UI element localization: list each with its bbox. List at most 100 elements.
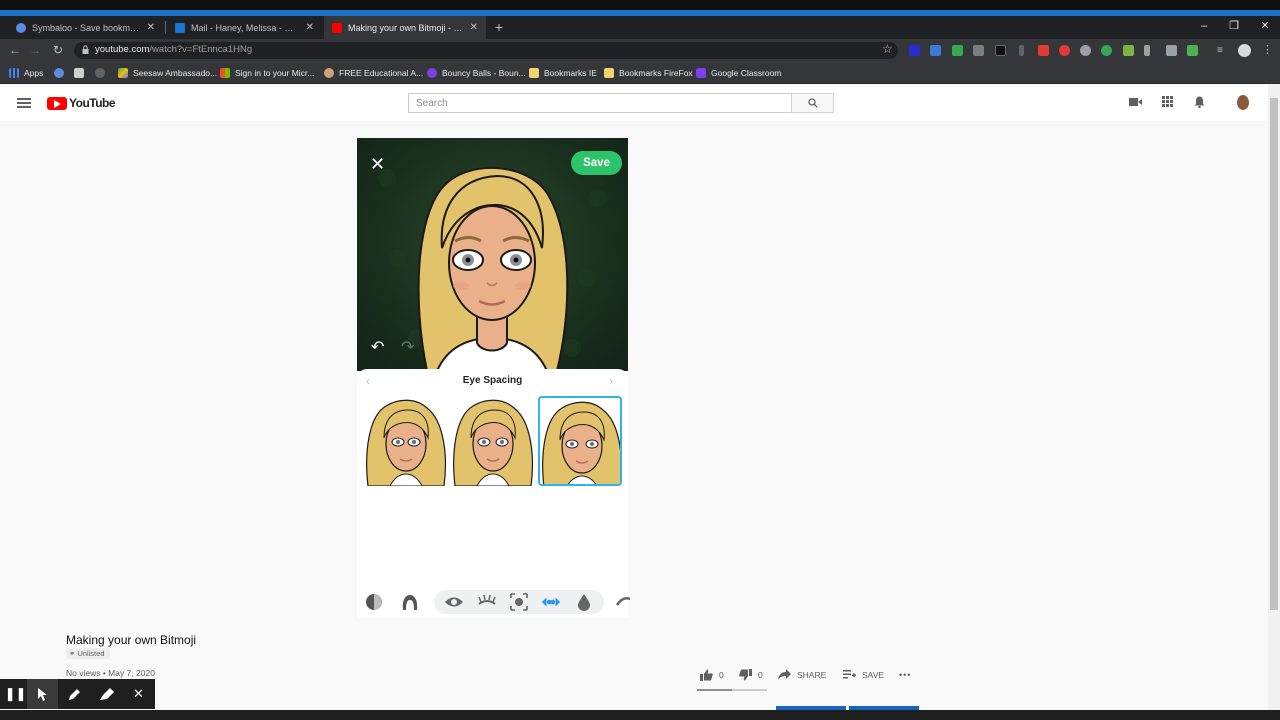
bookmark-star-icon[interactable]: ☆: [882, 42, 893, 56]
url-path: /watch?v=FtEnnca1HNg: [149, 44, 253, 55]
extension-circle-icon[interactable]: [1080, 45, 1091, 56]
youtube-logo-text[interactable]: YouTube: [69, 96, 116, 110]
eye-size-icon[interactable]: [509, 592, 529, 612]
bookmark-seesaw[interactable]: Seesaw Ambassado...: [118, 66, 217, 79]
bookmark-apps[interactable]: Apps: [9, 66, 43, 79]
bitmoji-save-button[interactable]: Save: [571, 151, 622, 175]
tab-close-icon[interactable]: ✕: [147, 22, 155, 33]
extension-red-icon[interactable]: [1038, 45, 1049, 56]
bookmark-icon-1[interactable]: [54, 66, 69, 79]
reading-list-icon[interactable]: ≡: [1217, 45, 1228, 56]
extension-c-icon[interactable]: [909, 45, 920, 56]
extension-green-icon[interactable]: [1123, 45, 1134, 56]
bookmark-folder-firefox[interactable]: Bookmarks FireFox: [604, 66, 693, 79]
url-host: youtube.com: [95, 44, 150, 55]
highlighter-tool-icon[interactable]: [91, 679, 122, 709]
bookmark-microsoft[interactable]: Sign in to your Micr...: [220, 66, 314, 79]
apps-grid-icon[interactable]: [1160, 96, 1174, 110]
hair-style-icon[interactable]: [400, 592, 420, 612]
playlist-add-icon: [843, 670, 856, 679]
scrollbar-thumb[interactable]: [1270, 98, 1278, 610]
tab-close-icon[interactable]: ✕: [470, 22, 478, 33]
outlook-favicon-icon: [175, 22, 185, 33]
eye-spacing-icon[interactable]: [541, 592, 561, 612]
bookmark-label: Bouncy Balls - Boun...: [442, 67, 526, 78]
extension-grammar-icon[interactable]: [1101, 45, 1112, 56]
eye-spacing-option-1[interactable]: [364, 396, 448, 486]
chevron-right-icon[interactable]: ›: [609, 374, 613, 388]
bookmark-label: Google Classroom: [711, 67, 782, 78]
eye-icon[interactable]: [444, 592, 464, 612]
new-tab-button[interactable]: +: [491, 16, 507, 39]
dislike-button[interactable]: 0: [739, 668, 763, 681]
close-toolbar-icon[interactable]: ✕: [123, 679, 154, 709]
search-button[interactable]: [791, 93, 834, 113]
extension-play-icon[interactable]: [995, 45, 1006, 56]
url-text[interactable]: youtube.com/watch?v=FtEnnca1HNg: [95, 44, 252, 55]
extension-arrows-icon[interactable]: [973, 45, 984, 56]
bookmark-free-educational[interactable]: FREE Educational A...: [324, 66, 423, 79]
bookmark-icon-2[interactable]: [74, 66, 89, 79]
classroom-icon: [696, 67, 706, 78]
extension-q-icon[interactable]: [1166, 45, 1177, 56]
tab-title: Making your own Bitmoji - YouTu: [348, 22, 464, 33]
more-actions-icon[interactable]: •••: [899, 668, 911, 681]
restore-button[interactable]: ❐: [1219, 16, 1249, 36]
window-close-button[interactable]: ✕: [1250, 16, 1280, 36]
apps-grid-icon: [9, 67, 19, 78]
eye-spacing-option-3-selected[interactable]: [538, 396, 622, 486]
reload-icon[interactable]: ↻: [50, 42, 66, 58]
extension-sheets-icon[interactable]: [952, 45, 963, 56]
bookmark-bouncy-balls[interactable]: Bouncy Balls - Boun...: [427, 66, 526, 79]
bookmark-label: Bookmarks IE: [544, 67, 597, 78]
search-input[interactable]: Search: [408, 93, 792, 113]
pen-tool-icon[interactable]: [59, 679, 90, 709]
taskbar-strip: [0, 710, 1280, 720]
account-avatar[interactable]: [1237, 95, 1249, 110]
create-video-icon[interactable]: [1128, 96, 1142, 110]
edit-video-button-edge[interactable]: [849, 706, 919, 710]
like-button[interactable]: 0: [700, 668, 724, 681]
search-icon: [807, 98, 818, 108]
save-to-playlist-button[interactable]: SAVE: [843, 668, 884, 681]
extension-record-icon[interactable]: [1059, 45, 1070, 56]
undo-icon[interactable]: ↶: [371, 337, 384, 357]
tab-outlook[interactable]: Mail - Haney, Melissa - Outlook ✕: [167, 16, 322, 39]
eyelash-icon[interactable]: [477, 592, 497, 612]
youtube-logo-icon[interactable]: [47, 97, 67, 110]
eye-spacing-option-2[interactable]: [451, 396, 535, 486]
bookmark-icon-3[interactable]: [95, 66, 110, 79]
extension-cursor-icon[interactable]: [1144, 45, 1150, 56]
forward-arrow-icon[interactable]: →: [27, 42, 43, 58]
bookmark-folder-ie[interactable]: Bookmarks IE: [529, 66, 597, 79]
notifications-bell-icon[interactable]: [1192, 96, 1206, 110]
close-editor-icon[interactable]: ✕: [370, 154, 385, 175]
extension-mic-icon[interactable]: [1019, 45, 1024, 56]
hamburger-menu-icon[interactable]: [17, 98, 31, 108]
youtube-favicon-icon: [332, 22, 342, 33]
bookmark-google-classroom[interactable]: Google Classroom: [696, 66, 781, 79]
tab-title: Symbaloo - Save bookmarks and: [32, 22, 141, 33]
extension-doc-icon[interactable]: [1187, 45, 1198, 56]
tab-close-icon[interactable]: ✕: [306, 22, 314, 33]
window-top-strip: [0, 0, 1280, 10]
tab-youtube-active[interactable]: Making your own Bitmoji - YouTu ✕: [324, 16, 486, 39]
subscribe-button-edge[interactable]: [776, 706, 846, 710]
minimize-button[interactable]: –: [1189, 16, 1219, 36]
pointer-cursor-icon[interactable]: [27, 679, 58, 709]
redo-icon[interactable]: ↷: [401, 337, 414, 357]
option-category-title: Eye Spacing: [462, 375, 523, 386]
site-icon: [324, 67, 334, 78]
tab-divider: [165, 21, 166, 34]
symbaloo-favicon-icon: [16, 22, 26, 33]
browser-menu-icon[interactable]: ⋮: [1262, 45, 1273, 56]
tab-symbaloo[interactable]: Symbaloo - Save bookmarks and ✕: [8, 16, 163, 39]
eyebrow-icon[interactable]: [613, 592, 633, 612]
microsoft-icon: [220, 67, 230, 78]
back-arrow-icon[interactable]: ←: [7, 42, 23, 58]
skin-tone-icon[interactable]: [364, 592, 384, 612]
share-button[interactable]: SHARE: [778, 668, 826, 681]
extension-screen-icon[interactable]: [930, 45, 941, 56]
eye-color-drop-icon[interactable]: [574, 592, 594, 612]
profile-avatar-icon[interactable]: [1238, 44, 1251, 57]
